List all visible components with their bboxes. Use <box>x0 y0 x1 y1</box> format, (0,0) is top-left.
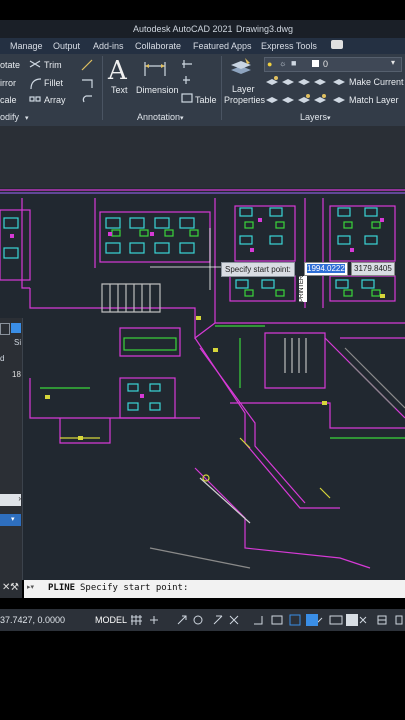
status-bar: 37.7427, 0.0000 MODEL <box>0 609 405 631</box>
tab-manage[interactable]: Manage <box>10 41 43 51</box>
drawing-canvas[interactable]: PRINTER <box>0 188 405 580</box>
ribbon: otate irror cale Trim Fillet Array odify… <box>0 54 405 126</box>
modify-icons <box>29 60 42 102</box>
text-button[interactable]: Text <box>111 85 128 95</box>
layer-value: 0 <box>323 59 329 69</box>
ribbon-toggle-icon[interactable] <box>331 40 343 49</box>
layer-color-swatch <box>312 60 319 67</box>
make-current-icons <box>333 79 345 103</box>
palette-chevron-icon: ▾ <box>11 516 15 523</box>
command-line[interactable]: ▸▾ PLINE Specify start point: <box>24 580 405 598</box>
make-current-button[interactable]: Make Current <box>349 77 404 87</box>
tab-output[interactable]: Output <box>53 41 80 51</box>
command-name: PLINE <box>48 583 76 593</box>
dynamic-input-prompt: Specify start point: <box>221 262 295 277</box>
file-title: Drawing3.dwg <box>236 24 294 34</box>
mirror-button[interactable]: irror <box>0 78 16 88</box>
palette-row-value: 18 <box>12 370 21 379</box>
sun-icon: ☼ <box>279 59 287 68</box>
layer-properties-line2[interactable]: Properties <box>224 95 265 105</box>
floor-plan <box>0 189 405 569</box>
printer-label: PRINTER <box>299 275 307 302</box>
palette-column-header: Si <box>14 338 22 347</box>
text-icon[interactable]: A <box>108 56 127 86</box>
wrench-icon[interactable]: ⚒ <box>10 582 19 593</box>
command-prompt-text: Specify start point: <box>80 583 189 593</box>
fillet-button[interactable]: Fillet <box>44 78 63 88</box>
tab-add-ins[interactable]: Add-ins <box>93 41 124 51</box>
rotate-button[interactable]: otate <box>0 60 20 70</box>
tab-featured-apps[interactable]: Featured Apps <box>193 41 252 51</box>
command-line-tools: ✕ ⚒ <box>0 580 22 598</box>
layers-dropdown-icon[interactable]: ▾ <box>327 114 331 122</box>
y-coordinate-input[interactable]: 3179.8405 <box>351 262 395 276</box>
x-coordinate-input[interactable]: 1994.0222 <box>304 262 348 276</box>
panel-modify-title[interactable]: odify <box>0 112 19 122</box>
status-toggles[interactable] <box>130 613 405 627</box>
scale-button[interactable]: cale <box>0 95 17 105</box>
left-palette: Si d 18 › ▾ <box>0 318 23 580</box>
array-button[interactable]: Array <box>44 95 66 105</box>
dimension-button[interactable]: Dimension <box>136 85 179 95</box>
ribbon-tabs: Manage Output Add-ins Collaborate Featur… <box>0 38 405 54</box>
table-button[interactable]: Table <box>195 95 217 105</box>
modify-dropdown-icon[interactable]: ▾ <box>25 114 29 122</box>
file-tab-band <box>0 126 405 188</box>
coordinate-readout[interactable]: 37.7427, 0.0000 <box>0 615 65 625</box>
panel-annotation-title[interactable]: Annotation <box>137 112 180 122</box>
layer-properties-line1[interactable]: Layer <box>232 84 255 94</box>
palette-tab-icon[interactable] <box>11 323 21 333</box>
layer-chevron-icon: ▾ <box>391 58 396 67</box>
tab-collaborate[interactable]: Collaborate <box>135 41 181 51</box>
lightbulb-icon: ● <box>267 59 273 69</box>
title-bar: Autodesk AutoCAD 2021 Drawing3.dwg <box>0 20 405 38</box>
app-title: Autodesk AutoCAD 2021 <box>133 24 233 34</box>
model-space-button[interactable]: MODEL <box>95 615 127 625</box>
command-history-icon[interactable]: ▸▾ <box>27 583 34 591</box>
palette-expand-button[interactable]: › <box>0 494 21 506</box>
modify-extra-icons[interactable] <box>78 58 98 108</box>
panel-layers-title[interactable]: Layers <box>300 112 327 122</box>
layer-dropdown[interactable]: ● ☼ ■ 0 ▾ <box>264 57 402 72</box>
annotation-dropdown-icon[interactable]: ▾ <box>180 114 184 122</box>
palette-selected-row[interactable]: ▾ <box>0 514 21 526</box>
match-layer-button[interactable]: Match Layer <box>349 95 399 105</box>
lock-icon: ■ <box>291 58 297 68</box>
layer-properties-icon[interactable] <box>229 56 253 80</box>
palette-row-letter: d <box>0 354 5 363</box>
x-coordinate-value: 1994.0222 <box>307 264 345 273</box>
dimension-icon[interactable] <box>142 58 168 82</box>
trim-button[interactable]: Trim <box>44 60 62 70</box>
tab-express-tools[interactable]: Express Tools <box>261 41 317 51</box>
palette-icon[interactable] <box>0 323 10 335</box>
